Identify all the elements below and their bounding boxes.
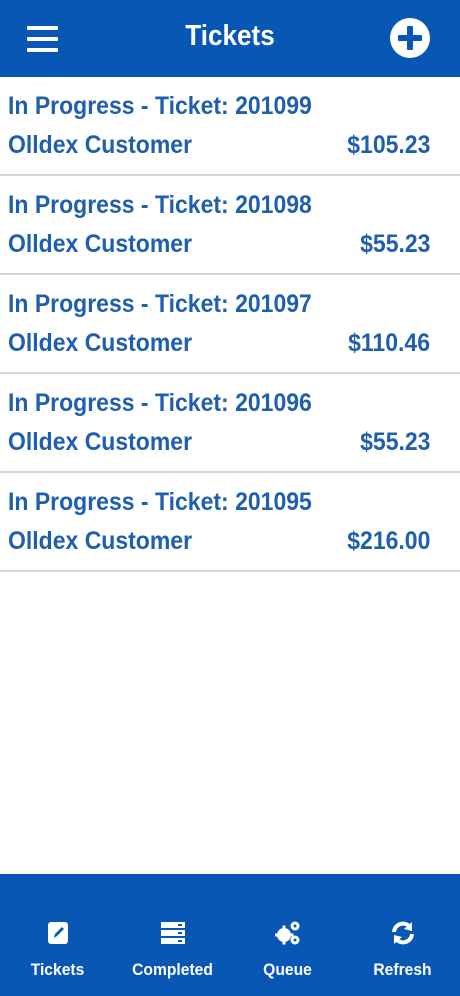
tab-queue-label: Queue [263, 960, 312, 979]
ticket-amount: $110.46 [348, 329, 430, 357]
ticket-title: In Progress - Ticket: 201099 [8, 92, 312, 120]
ticket-amount: $55.23 [359, 230, 430, 258]
ticket-amount: $105.23 [346, 131, 430, 159]
tab-tickets[interactable]: Tickets [0, 874, 115, 996]
ticket-title: In Progress - Ticket: 201097 [8, 290, 312, 318]
ticket-title: In Progress - Ticket: 201098 [8, 191, 312, 219]
page-title: Tickets [185, 20, 275, 52]
ticket-list: In Progress - Ticket: 201099 Olldex Cust… [0, 77, 460, 572]
tab-completed[interactable]: Completed [115, 874, 230, 996]
app-screen: Tickets In Progress - Ticket: 201099 Oll… [0, 0, 460, 996]
ticket-customer: Olldex Customer [8, 131, 193, 159]
ticket-row[interactable]: In Progress - Ticket: 201099 Olldex Cust… [0, 77, 460, 176]
tab-refresh-label: Refresh [373, 960, 432, 979]
tab-queue[interactable]: Queue [230, 874, 345, 996]
server-stack-icon [160, 922, 185, 944]
tab-completed-label: Completed [132, 960, 213, 979]
ticket-amount: $216.00 [346, 527, 430, 555]
ticket-title: In Progress - Ticket: 201095 [8, 488, 312, 516]
ticket-customer: Olldex Customer [8, 428, 193, 456]
tab-refresh[interactable]: Refresh [345, 874, 460, 996]
ticket-row[interactable]: In Progress - Ticket: 201097 Olldex Cust… [0, 275, 460, 374]
ticket-row[interactable]: In Progress - Ticket: 201096 Olldex Cust… [0, 374, 460, 473]
add-ticket-button[interactable] [389, 17, 431, 59]
ticket-row[interactable]: In Progress - Ticket: 201098 Olldex Cust… [0, 176, 460, 275]
header-bar: Tickets [0, 0, 460, 77]
tab-tickets-label: Tickets [30, 960, 85, 979]
ticket-customer: Olldex Customer [8, 329, 193, 357]
ticket-customer: Olldex Customer [8, 527, 193, 555]
ticket-title: In Progress - Ticket: 201096 [8, 389, 312, 417]
plus-circle-icon [390, 18, 430, 58]
bottom-tab-bar: Tickets Completed Queue Refresh [0, 874, 460, 996]
ticket-customer: Olldex Customer [8, 230, 193, 258]
gears-icon [274, 921, 299, 945]
refresh-icon [391, 921, 414, 945]
edit-icon [47, 922, 68, 944]
ticket-amount: $55.23 [359, 428, 430, 456]
ticket-row[interactable]: In Progress - Ticket: 201095 Olldex Cust… [0, 473, 460, 572]
